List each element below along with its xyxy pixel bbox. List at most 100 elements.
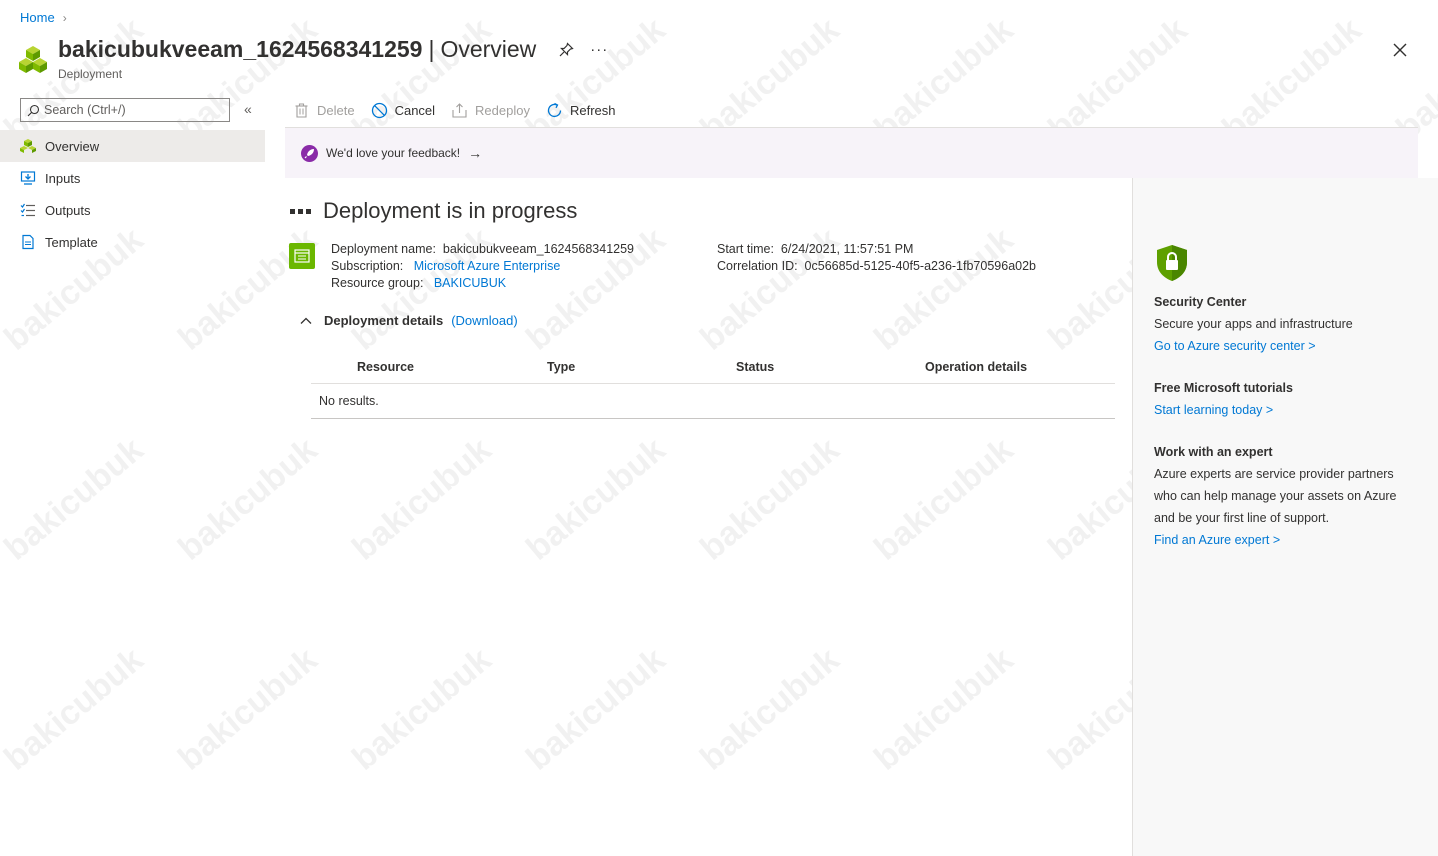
watermark-text: bakicubuk	[867, 640, 1021, 778]
cancel-icon	[371, 102, 387, 118]
outputs-icon	[20, 202, 36, 218]
security-center-title: Security Center	[1154, 295, 1247, 309]
refresh-button[interactable]: Refresh	[546, 102, 616, 119]
watermark-text: bakicubuk	[0, 640, 151, 778]
column-header-operation-details[interactable]: Operation details	[879, 360, 1027, 374]
template-icon	[20, 234, 36, 250]
security-center-desc: Secure your apps and infrastructure	[1154, 317, 1353, 331]
sidebar-item-outputs[interactable]: Outputs	[0, 194, 265, 226]
deployment-cubes-icon	[19, 46, 47, 73]
cancel-label: Cancel	[394, 102, 436, 118]
rocket-icon	[301, 144, 318, 162]
title-separator: |	[428, 36, 435, 62]
deployment-info: Deployment name: bakicubukveeam_16245683…	[289, 241, 1036, 292]
security-center-link[interactable]: Go to Azure security center >	[1154, 339, 1316, 353]
cancel-button[interactable]: Cancel	[371, 102, 435, 119]
sidebar-item-label: Inputs	[45, 170, 81, 186]
page-title: bakicubukveeam_1624568341259	[58, 36, 423, 62]
start-time-value: 6/24/2021, 11:57:51 PM	[780, 242, 914, 256]
feedback-text: We'd love your feedback!	[326, 146, 461, 160]
delete-label: Delete	[317, 102, 355, 118]
tutorials-section: Free Microsoft tutorials Start learning …	[1154, 377, 1424, 421]
search-input[interactable]	[44, 103, 214, 117]
deployment-details-label: Deployment details	[324, 313, 444, 328]
collapse-menu-icon[interactable]: «	[244, 101, 252, 117]
command-bar: Delete Cancel Redeploy Refresh	[285, 97, 624, 123]
tutorials-title: Free Microsoft tutorials	[1154, 381, 1293, 395]
subscription-link[interactable]: Microsoft Azure Enterprise	[414, 259, 561, 273]
sidebar-item-label: Overview	[45, 138, 100, 154]
download-link[interactable]: (Download)	[451, 313, 517, 328]
sidebar-item-inputs[interactable]: Inputs	[0, 162, 265, 194]
sidebar-item-template[interactable]: Template	[0, 226, 265, 258]
resource-group-link[interactable]: BAKICUBUK	[434, 276, 506, 290]
table-empty-row: No results.	[311, 384, 1115, 419]
resource-group-label: Resource group:	[331, 276, 424, 290]
watermark-text: bakicubuk	[171, 430, 325, 568]
redeploy-button[interactable]: Redeploy	[451, 102, 530, 119]
feedback-banner[interactable]: We'd love your feedback! →	[285, 127, 1418, 178]
start-time-label: Start time:	[717, 242, 774, 256]
expert-desc: Azure experts are service provider partn…	[1154, 467, 1397, 525]
watermark-text: bakicubuk	[693, 640, 847, 778]
watermark-text: bakicubuk	[0, 430, 151, 568]
refresh-icon	[547, 102, 562, 117]
chevron-right-icon: ›	[62, 10, 67, 25]
column-header-resource[interactable]: Resource	[311, 360, 501, 374]
close-icon[interactable]	[1390, 40, 1410, 60]
info-left: Deployment name: bakicubukveeam_16245683…	[331, 241, 634, 292]
watermark-text: bakicubuk	[345, 640, 499, 778]
refresh-label: Refresh	[569, 102, 616, 118]
breadcrumb: Home ›	[20, 10, 67, 25]
security-center-section: Security Center Secure your apps and inf…	[1154, 291, 1424, 357]
inputs-icon	[20, 170, 36, 186]
page-section-title: Overview	[440, 36, 537, 62]
correlation-id-label: Correlation ID:	[717, 259, 798, 273]
deployment-icon	[20, 138, 36, 154]
upload-icon	[452, 102, 467, 118]
table-header: Resource Type Status Operation details	[311, 350, 1115, 384]
pin-icon[interactable]	[558, 41, 574, 58]
delete-button[interactable]: Delete	[293, 102, 355, 119]
watermark-text: bakicubuk	[345, 430, 499, 568]
correlation-id-value: 0c56685d-5125-40f5-a236-1fb70596a02b	[804, 259, 1036, 273]
expert-link[interactable]: Find an Azure expert >	[1154, 533, 1280, 547]
redeploy-label: Redeploy	[475, 102, 530, 118]
no-results-text: No results.	[319, 394, 379, 408]
deployment-name-label: Deployment name:	[331, 242, 436, 256]
search-icon	[27, 104, 40, 116]
sidebar-item-label: Template	[45, 234, 98, 250]
page-header: bakicubukveeam_1624568341259 | Overview …	[18, 36, 608, 81]
page-subtitle: Deployment	[58, 67, 123, 81]
in-progress-icon	[290, 208, 311, 214]
column-header-status[interactable]: Status	[690, 360, 879, 374]
sidebar-nav: Overview Inputs Outputs Template	[0, 130, 265, 258]
info-right: Start time: 6/24/2021, 11:57:51 PM Corre…	[717, 241, 1036, 275]
deployment-details-header: Deployment details (Download)	[300, 313, 518, 328]
sidebar-item-overview[interactable]: Overview	[0, 130, 265, 162]
expert-section: Work with an expert Azure experts are se…	[1154, 441, 1419, 551]
deployment-name-value: bakicubukveeam_1624568341259	[442, 242, 635, 256]
right-info-panel: Security Center Secure your apps and inf…	[1132, 178, 1438, 856]
watermark-text: bakicubuk	[867, 430, 1021, 568]
security-shield-icon	[1157, 245, 1187, 281]
watermark-text: bakicubuk	[519, 430, 673, 568]
column-header-type[interactable]: Type	[501, 360, 690, 374]
status-heading: Deployment is in progress	[290, 198, 577, 224]
watermark-text: bakicubuk	[171, 640, 325, 778]
search-box	[20, 98, 230, 122]
watermark-text: bakicubuk	[519, 640, 673, 778]
expert-title: Work with an expert	[1154, 445, 1273, 459]
arrow-right-icon: →	[468, 145, 483, 161]
trash-icon	[295, 102, 308, 118]
watermark-text: bakicubuk	[693, 430, 847, 568]
sidebar-item-label: Outputs	[45, 202, 91, 218]
deployment-details-table: Resource Type Status Operation details N…	[311, 350, 1115, 419]
deployment-resource-icon	[289, 243, 315, 269]
more-options-icon[interactable]: ···	[590, 41, 608, 58]
subscription-label: Subscription:	[331, 259, 404, 273]
tutorials-link[interactable]: Start learning today >	[1154, 403, 1273, 417]
status-title: Deployment is in progress	[323, 198, 578, 223]
chevron-up-icon[interactable]	[300, 315, 312, 327]
breadcrumb-home-link[interactable]: Home	[20, 10, 55, 25]
